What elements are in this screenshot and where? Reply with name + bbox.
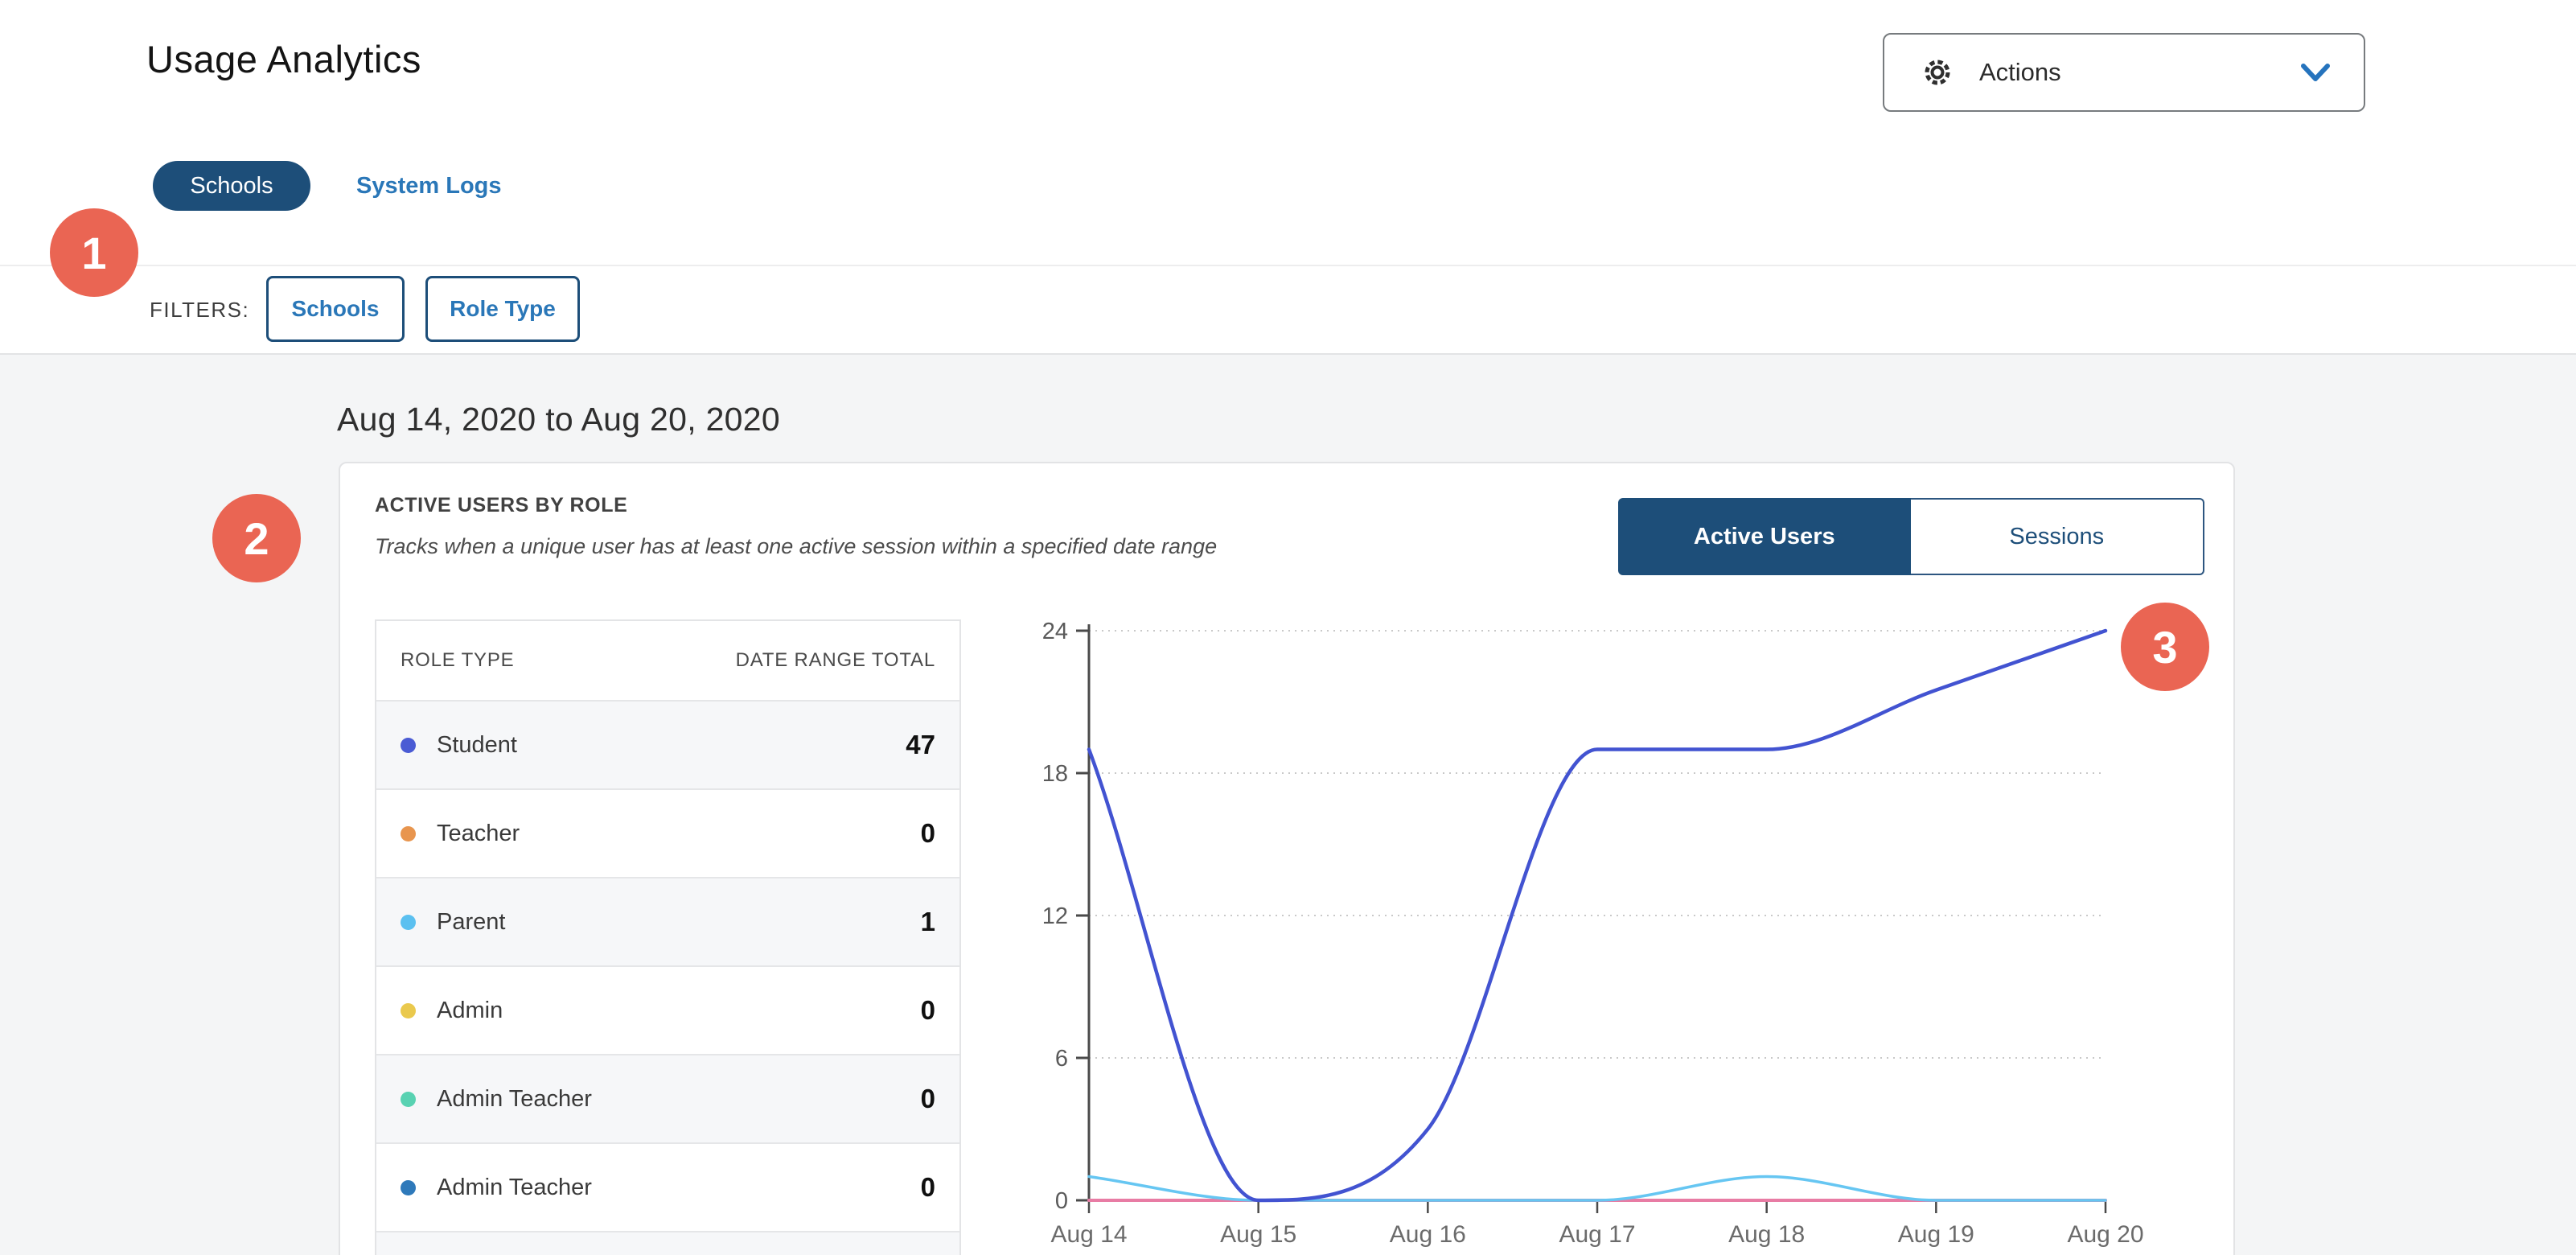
svg-text:Aug 18: Aug 18 — [1728, 1221, 1805, 1248]
filters-label: FILTERS: — [150, 266, 249, 353]
svg-text:Aug 20: Aug 20 — [2067, 1221, 2143, 1248]
annotation-badge-1: 1 — [50, 208, 138, 297]
usage-line-chart[interactable]: 0 6 12 18 24 Aug 14 Aug 15 Aug 16 Aug 17 Aug 18 Au… — [1039, 599, 2229, 1255]
role-table: ROLE TYPE DATE RANGE TOTAL Student 47 Te… — [375, 619, 961, 1255]
tab-system-logs[interactable]: System Logs — [356, 161, 502, 211]
row-total: 47 — [906, 730, 935, 760]
filter-button-schools[interactable]: Schools — [266, 276, 405, 342]
col-date-range-total: DATE RANGE TOTAL — [736, 649, 935, 672]
table-header: ROLE TYPE DATE RANGE TOTAL — [376, 621, 959, 700]
row-name: Teacher — [437, 821, 520, 847]
chevron-down-icon — [2299, 60, 2332, 84]
svg-text:Aug 19: Aug 19 — [1898, 1221, 1974, 1248]
svg-text:0: 0 — [1055, 1188, 1068, 1214]
actions-button[interactable]: Actions — [1883, 33, 2365, 112]
toggle-active-users[interactable]: Active Users — [1618, 498, 1911, 575]
table-row[interactable]: Admin Teacher 0 — [376, 1142, 959, 1231]
table-row[interactable]: Student 47 — [376, 700, 959, 788]
table-row[interactable]: Admin Teacher 0 — [376, 1054, 959, 1142]
actions-label: Actions — [1979, 58, 2061, 87]
row-total: 0 — [921, 818, 935, 849]
metric-toggle: Active Users Sessions — [1618, 498, 2204, 575]
tab-schools[interactable]: Schools — [153, 161, 310, 211]
parent-dot-icon — [401, 915, 416, 930]
svg-text:24: 24 — [1042, 619, 1068, 644]
svg-text:12: 12 — [1042, 903, 1068, 929]
date-range-heading: Aug 14, 2020 to Aug 20, 2020 — [337, 401, 780, 438]
svg-text:Aug 17: Aug 17 — [1559, 1221, 1635, 1248]
svg-text:Aug 14: Aug 14 — [1050, 1221, 1127, 1248]
admin-teacher-dot-icon — [401, 1092, 416, 1107]
svg-text:Aug 15: Aug 15 — [1220, 1221, 1296, 1248]
teacher-dot-icon — [401, 826, 416, 841]
filters-bar: FILTERS: Schools Role Type 08/14/2020 — [0, 266, 2576, 355]
annotation-badge-2: 2 — [212, 494, 301, 582]
filter-button-role-type[interactable]: Role Type — [425, 276, 580, 342]
row-name: Student — [437, 732, 517, 759]
row-name: Parent — [437, 909, 505, 936]
col-role-type: ROLE TYPE — [401, 649, 514, 672]
row-total: 1 — [921, 907, 935, 937]
row-total: 0 — [921, 1172, 935, 1203]
toggle-sessions[interactable]: Sessions — [1911, 498, 2205, 575]
row-name: Admin Teacher — [437, 1175, 592, 1201]
annotation-badge-3: 3 — [2121, 603, 2209, 691]
card-subtitle: Tracks when a unique user has at least o… — [375, 534, 1217, 559]
gear-icon — [1920, 55, 1955, 90]
table-row-partial[interactable]: Admin Teacher 0 — [376, 1231, 959, 1255]
row-name: Admin — [437, 998, 503, 1024]
admin-dot-icon — [401, 1003, 416, 1018]
student-dot-icon — [401, 738, 416, 753]
svg-text:Aug 16: Aug 16 — [1390, 1221, 1466, 1248]
usage-analytics-page: Usage Analytics Actions Schools System L… — [0, 0, 2576, 1255]
table-row[interactable]: Admin 0 — [376, 965, 959, 1054]
row-total: 0 — [921, 995, 935, 1026]
svg-text:18: 18 — [1042, 761, 1068, 787]
card-title: ACTIVE USERS BY ROLE — [375, 494, 627, 517]
active-users-card: ACTIVE USERS BY ROLE Tracks when a uniqu… — [339, 462, 2235, 1255]
page-title: Usage Analytics — [146, 37, 421, 81]
active-users-chart[interactable]: 0 6 12 18 24 Aug 14 Aug 15 Aug 16 Aug 17 Aug 18 Au… — [1039, 599, 2229, 1255]
admin-teacher-dot-icon — [401, 1180, 416, 1195]
svg-text:6: 6 — [1055, 1046, 1068, 1072]
table-row[interactable]: Parent 1 — [376, 877, 959, 965]
row-total: 0 — [921, 1084, 935, 1114]
table-row[interactable]: Teacher 0 — [376, 788, 959, 877]
row-name: Admin Teacher — [437, 1086, 592, 1113]
